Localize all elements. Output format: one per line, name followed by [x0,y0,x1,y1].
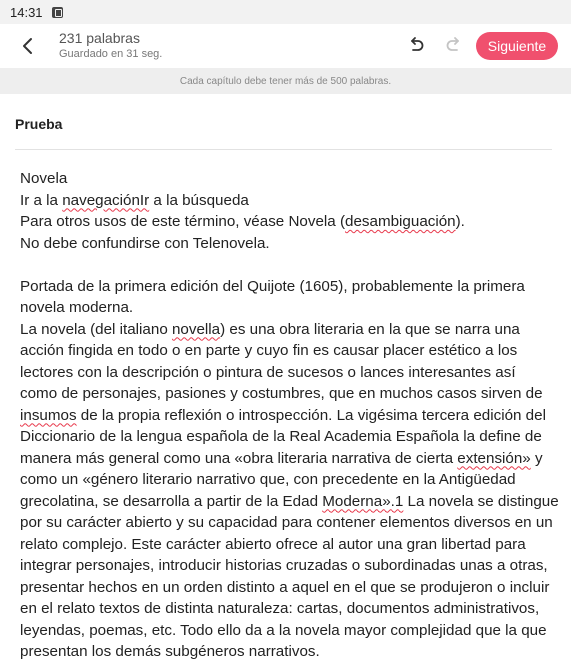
word-info: 231 palabras Guardado en 31 seg. [59,30,162,60]
save-status: Guardado en 31 seg. [59,48,163,60]
chevron-left-icon [23,38,32,54]
body-line: Diccionario de la lengua española de la … [20,428,542,445]
spelling-error[interactable]: navegaciónIr [62,192,149,209]
body-line: presentar hechos en un orden distinto a … [20,578,550,596]
body-line: como de personajes, pasiones y costumbre… [20,385,543,402]
body-line: como un «género literario narrativo que,… [20,471,516,488]
body-line: No debe confundirse con Telenovela. [20,234,270,252]
redo-icon [446,37,459,51]
notification-icon [51,6,63,18]
body-line: Ir a la navegaciónIr a la búsqueda [20,191,249,209]
spelling-error[interactable]: desambiguación [345,213,456,230]
next-button[interactable]: Siguiente [476,32,558,60]
spelling-error[interactable]: insumos [20,407,77,424]
chapter-body-editor[interactable]: Novela Ir a la navegaciónIr a la búsqued… [20,168,560,661]
body-line: insumos de la propia reflexión o introsp… [20,406,546,424]
body-line: La novela (del italiano novella) es una … [20,320,520,338]
editor-toolbar: 231 palabras Guardado en 31 seg. Siguien… [0,24,571,68]
spelling-error[interactable]: extensión» [457,450,530,467]
body-line: leyendas, poemas, etc. Todo ello da a la… [20,621,547,639]
status-bar: 14:31 [0,0,571,24]
body-line: Novela [20,170,68,187]
word-count: 231 palabras [59,30,140,46]
body-line: relato complejo. Este carácter abierto o… [20,535,526,553]
body-line: en el relato textos de distinta naturale… [20,600,540,617]
back-button[interactable] [12,30,44,62]
body-line: manera más general como una «obra litera… [20,449,543,467]
divider [15,149,552,150]
word-requirement-banner: Cada capítulo debe tener más de 500 pala… [0,68,571,94]
body-line: Para otros usos de este término, véase N… [20,213,465,230]
body-line: integrar personajes, introducir historia… [20,557,548,574]
body-line: acción fingida en todo o en parte y cuyo… [20,342,518,359]
undo-icon [411,37,424,51]
body-line: presentan los demás subgéneros narrativo… [20,643,320,660]
spelling-error[interactable]: novella [172,321,220,338]
status-time: 14:31 [10,4,43,20]
body-line: novela moderna. [20,299,134,316]
body-line: lectores con la descripción o pintura de… [20,363,516,381]
chapter-title[interactable]: Prueba [15,116,62,132]
spelling-error[interactable]: Moderna».1 [322,493,403,510]
undo-button[interactable] [401,30,431,60]
body-line: por su carácter abierto y su capacidad p… [20,514,553,531]
body-line: grecolatina, se desarrolla a partir de l… [20,492,559,510]
redo-button[interactable] [439,30,469,60]
body-line: Portada de la primera edición del Quijot… [20,277,525,295]
